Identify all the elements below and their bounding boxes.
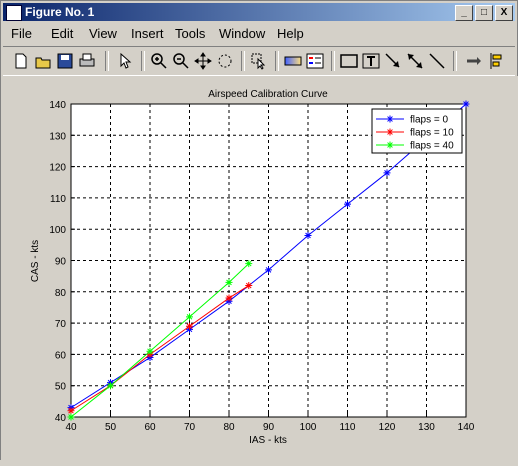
text-icon[interactable] <box>361 51 381 71</box>
y-tick-label: 80 <box>55 288 67 299</box>
open-icon[interactable] <box>33 51 53 71</box>
legend[interactable]: flaps = 0 flaps = 10 flaps = 40 <box>371 108 463 154</box>
y-tick-label: 50 <box>55 382 67 393</box>
print-icon[interactable] <box>77 51 97 71</box>
title-bar[interactable]: Figure No. 1 _ □ X <box>3 3 515 21</box>
x-tick-label: 80 <box>223 422 235 433</box>
zoom-in-icon[interactable] <box>149 51 169 71</box>
star-marker <box>304 231 312 239</box>
save-icon[interactable] <box>55 51 75 71</box>
y-tick-label: 60 <box>55 350 67 361</box>
x-tick-label: 120 <box>379 422 396 433</box>
menu-insert[interactable]: Insert <box>131 26 164 41</box>
legend-icon[interactable] <box>305 51 325 71</box>
y-tick-label: 100 <box>49 225 66 236</box>
x-axis-label: IAS - kts <box>249 435 287 446</box>
toolbar-separator <box>241 51 245 71</box>
y-tick-label: 90 <box>55 257 67 268</box>
toolbar-separator <box>331 51 335 71</box>
legend-label: flaps = 40 <box>410 141 454 152</box>
data-cursor-icon[interactable] <box>249 51 269 71</box>
matlab-app-icon <box>6 5 22 21</box>
y-axis-label: CAS - kts <box>30 240 41 282</box>
menu-window[interactable]: Window <box>219 26 265 41</box>
double-arrow-icon[interactable] <box>405 51 425 71</box>
chart-title: Airspeed Calibration Curve <box>208 89 328 100</box>
menu-edit[interactable]: Edit <box>51 26 73 41</box>
zoom-out-icon[interactable] <box>171 51 191 71</box>
y-tick-label: 130 <box>49 131 66 142</box>
legend-label: flaps = 0 <box>410 115 449 126</box>
figure-canvas: 40 50 60 70 80 90 100 110 120 130 140 40 50 60 70 80 90 1… <box>1 76 518 461</box>
toolbar-separator <box>275 51 279 71</box>
minimize-button[interactable]: _ <box>455 5 473 21</box>
toolbar-separator <box>141 51 145 71</box>
x-tick-label: 60 <box>144 422 156 433</box>
line-icon[interactable] <box>427 51 447 71</box>
x-tick-label: 70 <box>184 422 196 433</box>
x-tick-label: 100 <box>300 422 317 433</box>
star-marker <box>344 200 351 208</box>
x-tick-label: 40 <box>65 422 77 433</box>
menu-bar: File Edit View Insert Tools Window Help <box>3 23 515 43</box>
chart: 40 50 60 70 80 90 100 110 120 130 140 40 50 60 70 80 90 1… <box>30 89 475 446</box>
menu-file[interactable]: File <box>11 26 32 41</box>
x-tick-label: 90 <box>263 422 275 433</box>
menu-help[interactable]: Help <box>277 26 304 41</box>
menu-view[interactable]: View <box>89 26 117 41</box>
star-marker <box>386 141 394 149</box>
toolbar-separator <box>105 51 109 71</box>
figure-window: Figure No. 1 _ □ X File Edit View Insert… <box>0 0 518 461</box>
arrow-icon[interactable] <box>383 51 403 71</box>
close-button[interactable]: X <box>495 5 513 21</box>
rotate-icon[interactable] <box>215 51 235 71</box>
pan-icon[interactable] <box>193 51 213 71</box>
x-tick-label: 50 <box>105 422 117 433</box>
y-tick-label: 70 <box>55 319 67 330</box>
x-tick-label: 110 <box>340 422 356 433</box>
y-tick-label: 140 <box>49 100 66 111</box>
x-tick-label: 130 <box>418 422 435 433</box>
star-marker <box>386 115 394 123</box>
star-marker <box>383 169 391 177</box>
colorbar-icon[interactable] <box>283 51 303 71</box>
y-tick-label: 40 <box>55 413 67 424</box>
dock-icon[interactable] <box>463 51 483 71</box>
y-tick-label: 120 <box>49 163 66 174</box>
legend-label: flaps = 10 <box>410 128 454 139</box>
star-marker <box>67 413 75 421</box>
toolbar <box>3 46 515 76</box>
menu-tools[interactable]: Tools <box>175 26 205 41</box>
star-marker <box>462 100 470 108</box>
x-tick-label: 140 <box>458 422 475 433</box>
y-tick-label: 110 <box>50 194 66 205</box>
new-figure-icon[interactable] <box>11 51 31 71</box>
toolbar-separator <box>453 51 457 71</box>
window-title: Figure No. 1 <box>25 5 95 19</box>
star-marker <box>386 128 394 136</box>
rectangle-icon[interactable] <box>339 51 359 71</box>
select-arrow-icon[interactable] <box>115 51 135 71</box>
maximize-button[interactable]: □ <box>475 5 493 21</box>
align-icon[interactable] <box>487 51 507 71</box>
